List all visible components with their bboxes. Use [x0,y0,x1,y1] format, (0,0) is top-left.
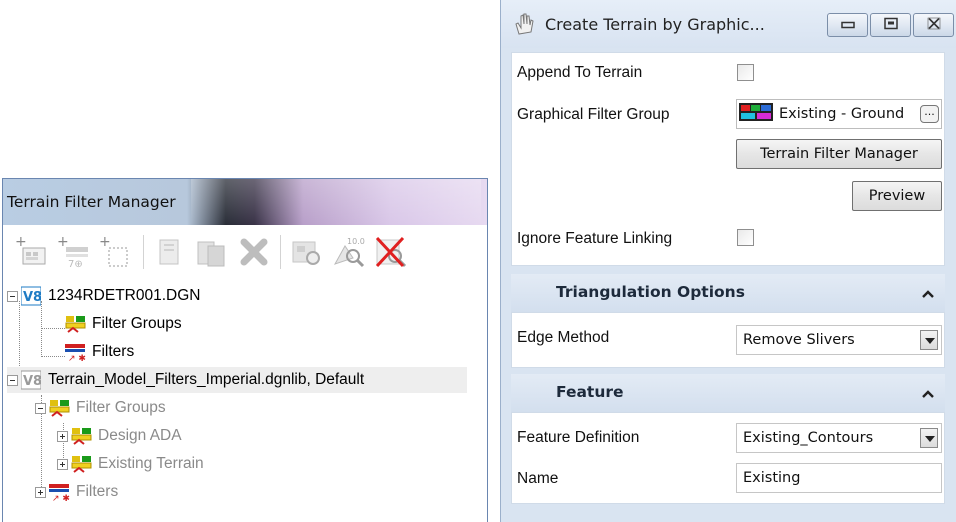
tree-label-file: 1234RDETR001.DGN [48,287,201,304]
feature-definition-value: Existing_Contours [743,430,874,446]
toolbar-separator [280,235,281,269]
new-selection-filter-icon[interactable]: + [97,232,137,272]
minimize-button[interactable] [827,13,868,37]
tree-node-file[interactable]: V8 1234RDETR001.DGN [7,283,203,309]
svg-text:7⊕: 7⊕ [68,259,83,270]
close-icon [927,17,941,34]
edge-method-value: Remove Slivers [743,332,855,348]
copy-icon[interactable] [150,232,190,272]
append-to-terrain-label: Append To Terrain [517,64,643,81]
filter-group-icon [71,454,92,474]
delete-icon[interactable] [234,232,274,272]
minimize-icon [840,17,855,34]
triangulation-options-header[interactable]: Triangulation Options [511,274,945,312]
tree-label-existing-terrain: Existing Terrain [98,455,204,472]
terrain-filter-manager-panel: Terrain Filter Manager + + 7⊕ + 10.0 V8 … [2,178,488,522]
feature-title: Feature [556,383,624,401]
test-filter-icon[interactable]: 10.0 [329,232,369,272]
triangulation-options-title: Triangulation Options [556,283,745,301]
feature-definition-combo[interactable]: Existing_Contours [736,423,942,453]
svg-text:+: + [99,234,111,250]
tree-label-filters: Filters [92,343,135,360]
edge-method-label: Edge Method [517,329,610,346]
collapse-toggle[interactable] [35,402,46,414]
ignore-feature-linking-label: Ignore Feature Linking [517,230,673,247]
filter-group-icon [71,426,92,446]
filter-icon: ↗ ✱ [65,342,86,364]
general-group: Append To Terrain Graphical Filter Group… [511,52,945,266]
name-label: Name [517,470,559,487]
svg-text:↗ ✱: ↗ ✱ [52,494,70,502]
name-input[interactable]: Existing [736,463,942,493]
filter-manager-titlebar[interactable]: Terrain Filter Manager [3,179,487,225]
graphical-filter-group-combo[interactable]: Existing - Ground ... [736,99,942,129]
tree-connector [41,328,65,329]
tree-connector [41,301,42,357]
dialog-title: Create Terrain by Graphic... [545,15,765,34]
filter-group-icon [49,398,70,418]
paste-icon[interactable] [192,232,232,272]
microstation-v8-icon: V8 [20,370,42,390]
collapse-chevron-icon[interactable] [921,386,935,403]
tree-node-filter-groups[interactable]: Filter Groups [65,311,185,337]
feature-group: Feature Definition Existing_Contours Nam… [511,412,945,504]
terrain-filter-manager-button[interactable]: Terrain Filter Manager [736,139,942,169]
filter-group-icon [65,314,86,334]
titlebar-glow [191,179,481,225]
new-filter-icon[interactable]: + 7⊕ [55,232,95,272]
tree-node-design-ada[interactable]: Design ADA [57,423,185,449]
append-to-terrain-checkbox[interactable] [737,64,754,81]
filter-manager-title: Terrain Filter Manager [7,193,176,211]
toolbar-separator [143,235,144,269]
expand-toggle[interactable] [57,430,68,442]
graphical-filter-group-label: Graphical Filter Group [517,106,670,123]
svg-text:10.0: 10.0 [347,237,365,246]
svg-text:V8: V8 [23,374,41,389]
expand-toggle[interactable] [57,458,68,470]
edge-method-combo[interactable]: Remove Slivers [736,325,942,355]
tree-node-lib-filter-groups[interactable]: Filter Groups [35,395,169,421]
microstation-v8-icon: V8 [20,286,42,306]
filter-group-color-icon [739,103,773,125]
triangulation-options-group: Edge Method Remove Slivers [511,312,945,368]
collapse-chevron-icon[interactable] [921,286,935,303]
tree-label-design-ada: Design ADA [98,427,182,444]
create-terrain-dialog: Create Terrain by Graphic... Append To T… [500,0,956,522]
clear-preview-icon[interactable] [371,232,411,272]
tree-node-existing-terrain[interactable]: Existing Terrain [57,451,207,477]
tree-node-lib-filters[interactable]: ↗ ✱ Filters [35,479,121,505]
preview-filter-icon[interactable] [287,232,327,272]
tree-label-filter-groups: Filter Groups [92,315,182,332]
dialog-titlebar[interactable]: Create Terrain by Graphic... [501,0,956,48]
restore-button[interactable] [870,13,911,37]
graphical-filter-group-value: Existing - Ground [779,106,905,122]
svg-text:V8: V8 [23,290,41,305]
restore-icon [883,17,898,34]
tree-connector [41,356,65,357]
expand-toggle[interactable] [35,486,46,498]
tree-label-lib-filter-groups: Filter Groups [76,399,166,416]
tree-label-library: Terrain_Model_Filters_Imperial.dgnlib, D… [48,371,365,388]
collapse-toggle[interactable] [7,290,18,302]
browse-button[interactable]: ... [920,105,939,123]
close-button[interactable] [913,13,954,37]
name-value: Existing [743,470,801,486]
feature-definition-label: Feature Definition [517,429,640,446]
ignore-feature-linking-checkbox[interactable] [737,229,754,246]
svg-text:↗ ✱: ↗ ✱ [68,354,86,362]
tree-node-library[interactable]: V8 Terrain_Model_Filters_Imperial.dgnlib… [7,367,467,393]
tree-node-filters[interactable]: ↗ ✱ Filters [65,339,137,365]
dropdown-arrow-icon[interactable] [920,330,938,350]
tree-label-lib-filters: Filters [76,483,119,500]
collapse-toggle[interactable] [7,374,18,386]
feature-header[interactable]: Feature [511,374,945,412]
preview-button[interactable]: Preview [852,181,942,211]
hand-tool-icon [513,12,535,40]
filter-icon: ↗ ✱ [49,482,70,504]
new-group-icon[interactable]: + [13,232,53,272]
filter-manager-toolbar: + + 7⊕ + 10.0 [13,229,413,275]
dropdown-arrow-icon[interactable] [920,428,938,448]
